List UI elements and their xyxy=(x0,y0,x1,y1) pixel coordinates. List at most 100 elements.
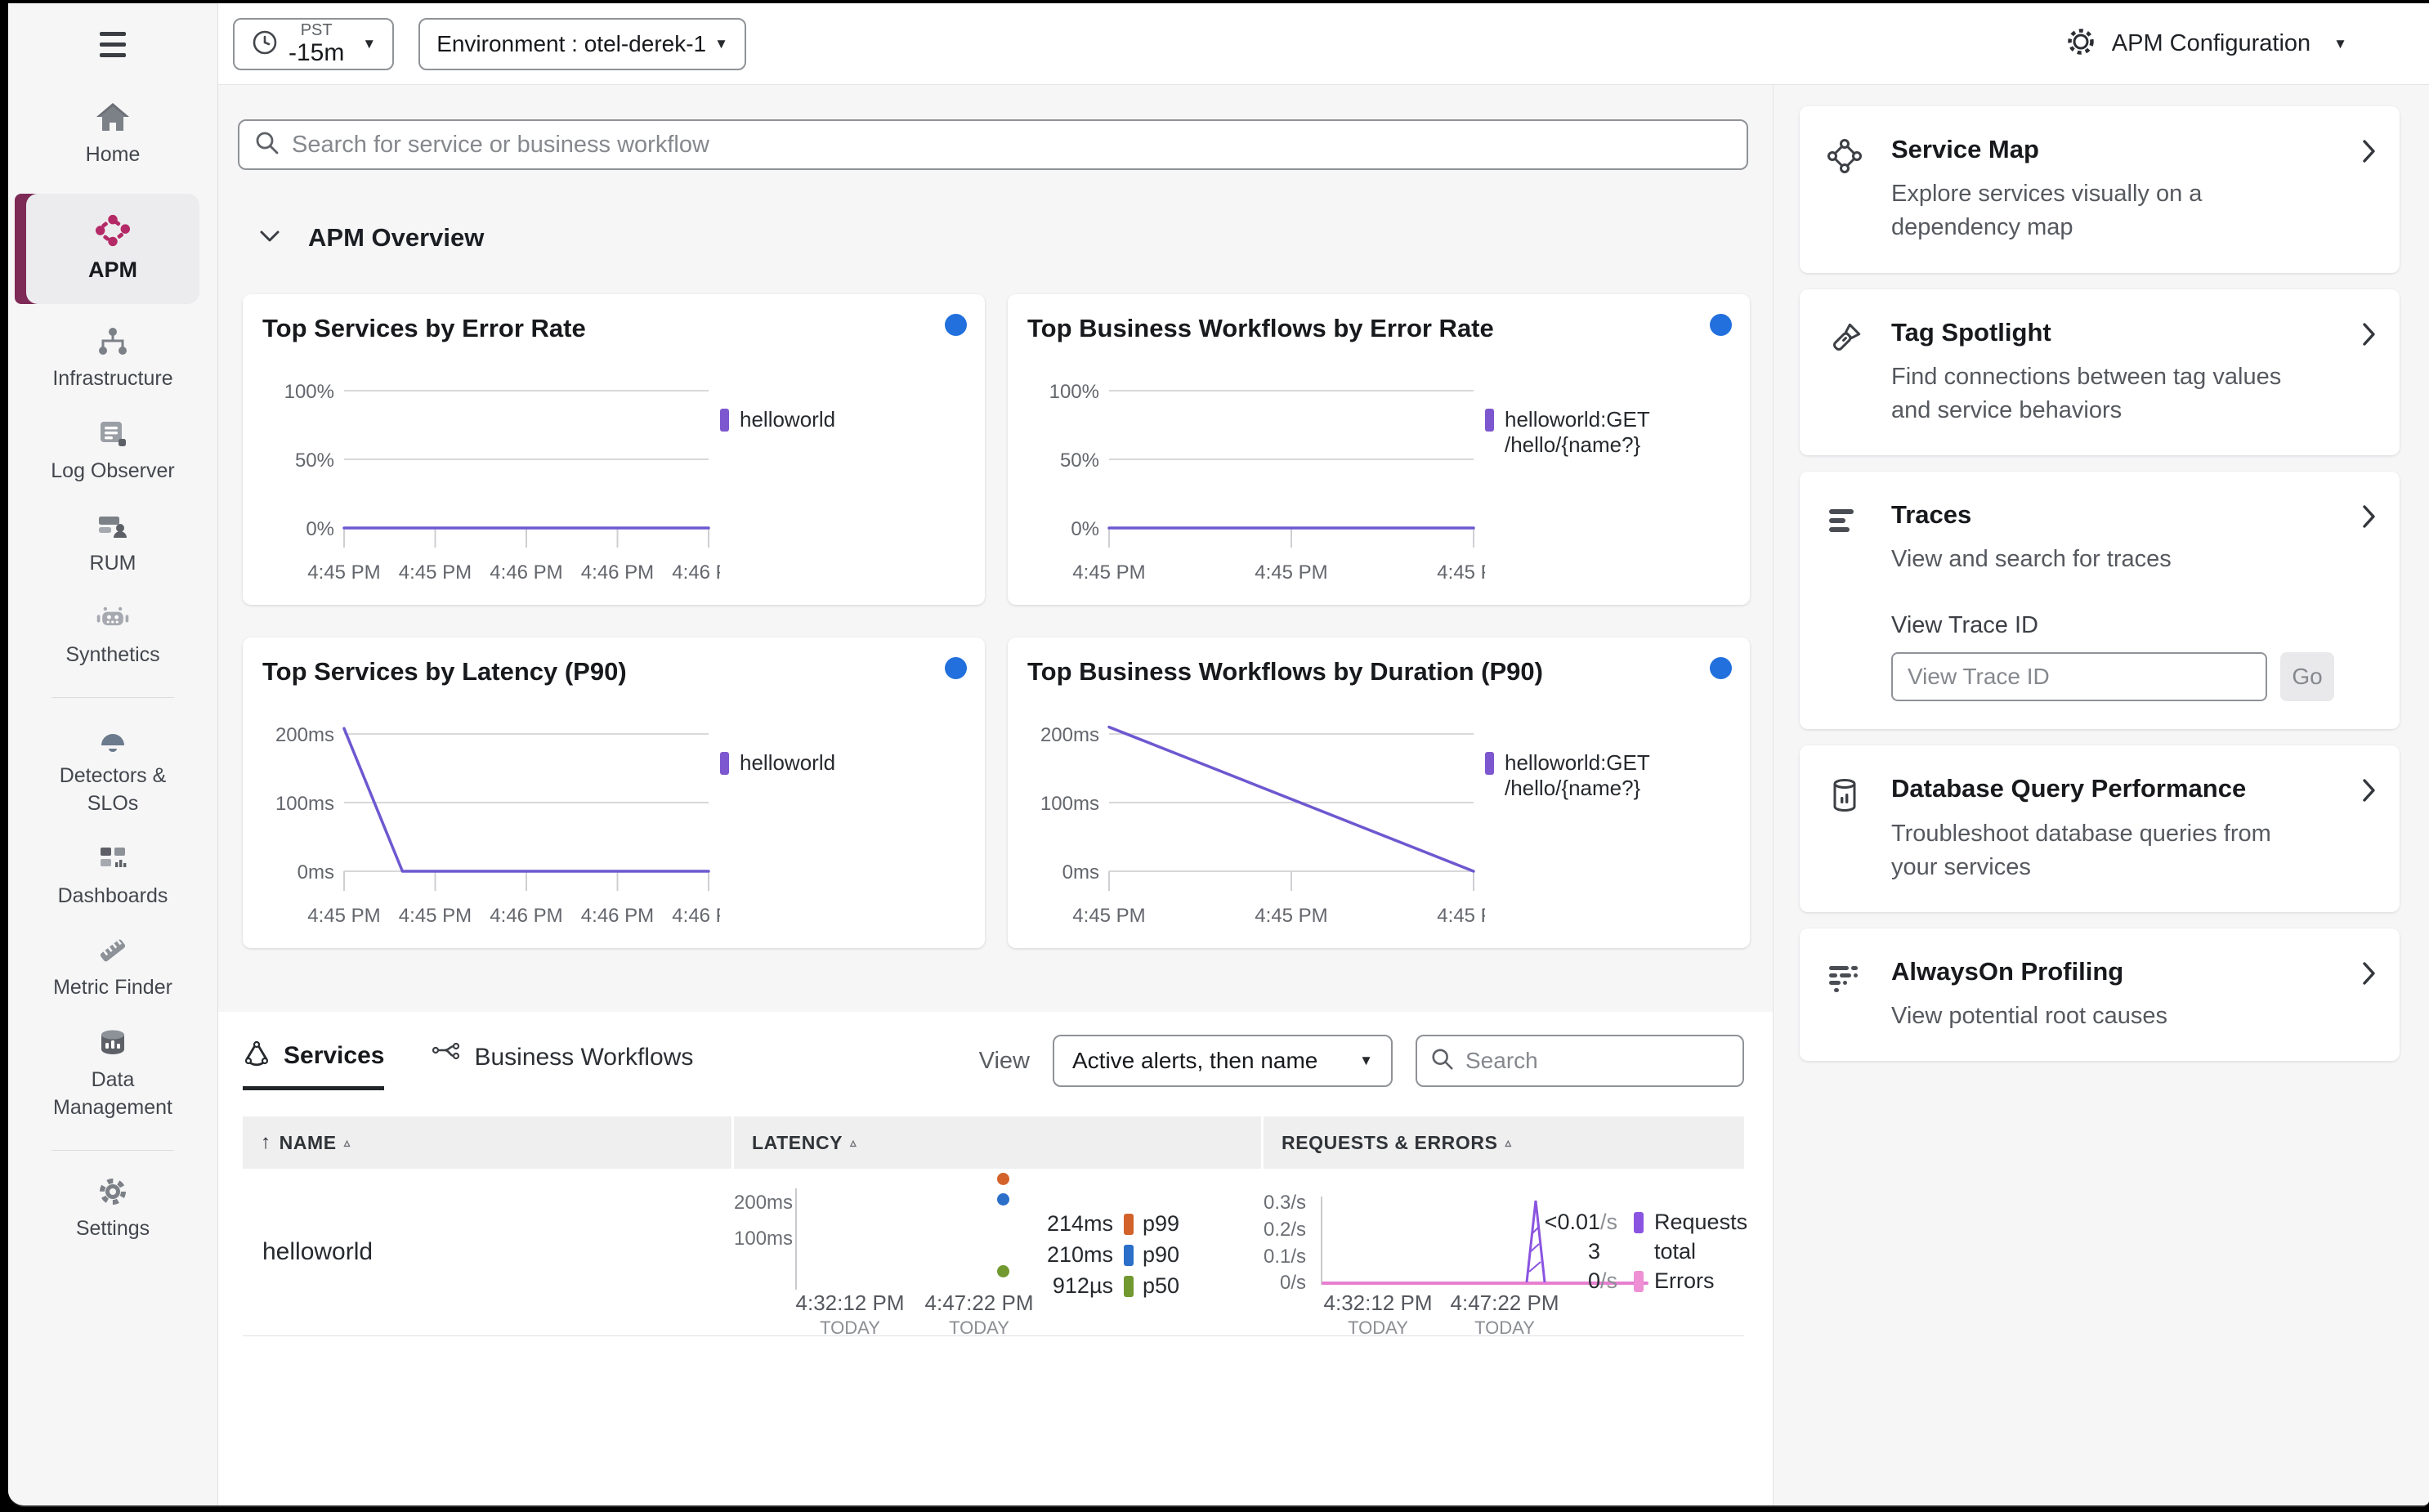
alwayson-profiling-card[interactable]: AlwaysOn Profiling View potential root c… xyxy=(1800,928,2400,1062)
sidebar-divider xyxy=(51,1149,174,1151)
trace-go-button[interactable]: Go xyxy=(2280,652,2334,702)
services-icon xyxy=(243,1040,271,1071)
search-icon xyxy=(254,130,280,160)
tab-services[interactable]: Services xyxy=(243,1040,385,1090)
right-panel: Service Map Explore services visually on… xyxy=(1773,85,2429,1505)
chart-card-workflows-error-rate: Top Business Workflows by Error Rate 100… xyxy=(1008,294,1750,605)
svg-text:4:45 PM: 4:45 PM xyxy=(1072,561,1145,584)
line-chart[interactable]: 100% 50% 0% 4:45 PM 4:45 PM 4:45 PM xyxy=(1027,348,1510,593)
sidebar: Home APM Infrastructure Log Observer RUM… xyxy=(8,3,218,1505)
svg-text:4:45 PM: 4:45 PM xyxy=(1437,905,1485,927)
legend-swatch xyxy=(720,752,729,775)
tag-spotlight-card[interactable]: Tag Spotlight Find connections between t… xyxy=(1800,289,2400,456)
requests-errors-cell[interactable]: 0.3/s 0.2/s 0.1/s 0/s 4:32:12 PM TODAY 4… xyxy=(1264,1169,1747,1338)
apm-overview-collapse[interactable]: APM Overview xyxy=(259,221,1773,255)
flame-graph-icon xyxy=(1824,958,1863,997)
log-observer-icon xyxy=(95,418,131,450)
infrastructure-icon xyxy=(95,325,131,358)
trace-id-input[interactable] xyxy=(1891,652,2267,702)
svg-text:4:45 PM: 4:45 PM xyxy=(1255,905,1327,927)
sidebar-item-infrastructure[interactable]: Infrastructure xyxy=(26,325,199,393)
errors-swatch xyxy=(1634,1270,1644,1292)
line-chart[interactable]: 200ms 100ms 0ms 4:45 PM 4:45 PM 4:46 PM 4:46 P… xyxy=(262,691,745,937)
caret-down-icon: ▼ xyxy=(1359,1053,1373,1068)
table-row: helloworld 200ms 100ms 4:32:12 PM TODAY … xyxy=(243,1169,1747,1338)
line-chart[interactable]: 200ms 100ms 0ms 4:45 PM 4:45 PM 4:45 PM xyxy=(1027,691,1510,937)
hamburger-menu-button[interactable] xyxy=(8,3,217,85)
svg-text:0%: 0% xyxy=(1071,518,1099,540)
sidebar-item-data-management[interactable]: Data Management xyxy=(26,1027,199,1122)
chart-time-start: 4:32:12 PM TODAY xyxy=(1323,1291,1433,1338)
time-range-picker[interactable]: PST -15m ▼ xyxy=(233,17,395,70)
view-label: View xyxy=(978,1047,1030,1074)
alert-status-dot[interactable] xyxy=(1710,657,1732,679)
caret-down-icon: ▼ xyxy=(362,35,377,51)
environment-selector[interactable]: Environment : otel-derek-1 ▼ xyxy=(418,17,746,70)
svg-text:0%: 0% xyxy=(306,518,334,540)
column-header-latency[interactable]: LATENCY ▵ xyxy=(734,1116,1261,1169)
sidebar-item-dashboards[interactable]: Dashboards xyxy=(26,843,199,910)
svg-text:50%: 50% xyxy=(295,450,334,472)
line-chart[interactable]: 100% 50% 0% 4:45 PM 4:45 PM 4:46 PM 4:46 PM 4:4… xyxy=(262,348,745,593)
home-icon xyxy=(95,101,131,134)
service-map-icon xyxy=(1824,136,1863,175)
sort-arrow-icon: ↑ xyxy=(261,1131,271,1153)
sidebar-item-log-observer[interactable]: Log Observer xyxy=(26,418,199,485)
rum-icon xyxy=(95,510,131,543)
sidebar-item-home[interactable]: Home xyxy=(26,101,199,169)
svg-text:4:46 PM: 4:46 PM xyxy=(581,905,654,927)
sidebar-item-settings[interactable]: Settings xyxy=(26,1175,199,1243)
synthetics-icon xyxy=(95,602,131,634)
view-sort-dropdown[interactable]: Active alerts, then name ▼ xyxy=(1053,1035,1393,1087)
traces-card[interactable]: Traces View and search for traces View T… xyxy=(1800,472,2400,730)
chart-legend: helloworld:GET /hello/{name?} xyxy=(1485,348,1732,593)
mini-y-axis xyxy=(795,1188,797,1290)
section-title: APM Overview xyxy=(308,223,485,252)
apm-icon xyxy=(95,214,131,248)
overview-charts-grid: Top Services by Error Rate 100% 50% 0% 4:45… xyxy=(243,294,1773,948)
sidebar-item-rum[interactable]: RUM xyxy=(26,510,199,578)
p90-swatch xyxy=(1124,1244,1134,1266)
service-search-input[interactable] xyxy=(292,131,1732,159)
column-header-requests-errors[interactable]: REQUESTS & ERRORS ▵ xyxy=(1264,1116,1744,1169)
table-header: ↑ NAME ▵ LATENCY ▵ REQUESTS & ERRORS ▵ xyxy=(243,1116,1744,1169)
table-search xyxy=(1416,1035,1760,1087)
requests-swatch xyxy=(1634,1211,1644,1233)
service-name-link[interactable]: helloworld xyxy=(243,1169,731,1335)
sidebar-item-synthetics[interactable]: Synthetics xyxy=(26,602,199,669)
latency-cell[interactable]: 200ms 100ms 4:32:12 PM TODAY 4:47:22 PM … xyxy=(734,1169,1261,1338)
svg-text:4:45 PM: 4:45 PM xyxy=(307,561,380,584)
legend-swatch xyxy=(1485,752,1494,775)
apm-configuration-menu[interactable]: APM Configuration ▼ xyxy=(2064,25,2347,62)
svg-text:4:45 PM: 4:45 PM xyxy=(307,905,380,927)
sidebar-item-metric-finder[interactable]: Metric Finder xyxy=(26,934,199,1002)
service-map-card[interactable]: Service Map Explore services visually on… xyxy=(1800,106,2400,273)
dashboards-icon xyxy=(95,843,131,875)
sidebar-divider xyxy=(51,697,174,699)
p90-dot xyxy=(997,1193,1009,1206)
legend-swatch xyxy=(1485,409,1494,432)
p99-swatch xyxy=(1124,1213,1134,1235)
svg-text:0ms: 0ms xyxy=(297,861,334,883)
services-panel: Services Business Workflows View Active … xyxy=(218,1012,1773,1505)
alert-status-dot[interactable] xyxy=(1710,314,1732,336)
svg-text:50%: 50% xyxy=(1060,450,1099,472)
top-header: PST -15m ▼ Environment : otel-derek-1 ▼ … xyxy=(218,3,2429,85)
database-query-performance-card[interactable]: Database Query Performance Troubleshoot … xyxy=(1800,745,2400,912)
app-window: Home APM Infrastructure Log Observer RUM… xyxy=(8,3,2429,1507)
table-search-input[interactable] xyxy=(1465,1048,1760,1074)
tab-business-workflows[interactable]: Business Workflows xyxy=(432,1042,693,1089)
alert-status-dot[interactable] xyxy=(945,657,967,679)
sidebar-item-detectors-slos[interactable]: Detectors & SLOs xyxy=(26,722,199,818)
svg-text:4:46 PM: 4:46 PM xyxy=(490,905,562,927)
sort-caret-icon: ▵ xyxy=(343,1136,351,1150)
column-header-name[interactable]: ↑ NAME ▵ xyxy=(243,1116,731,1169)
caret-down-icon: ▼ xyxy=(714,35,728,51)
flashlight-icon xyxy=(1824,319,1863,358)
timezone-label: PST xyxy=(300,21,333,39)
sidebar-item-apm[interactable]: APM xyxy=(15,193,199,305)
chevron-right-icon xyxy=(2362,961,2377,1033)
alert-status-dot[interactable] xyxy=(945,314,967,336)
chevron-right-icon xyxy=(2362,322,2377,428)
svg-text:200ms: 200ms xyxy=(1040,724,1099,746)
